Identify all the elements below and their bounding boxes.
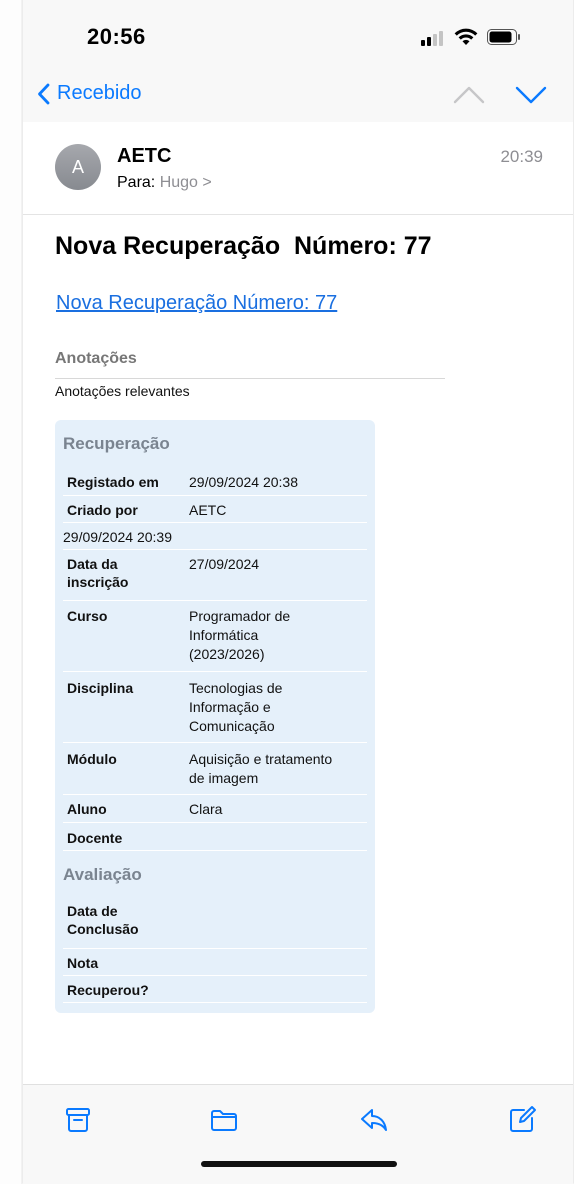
row-value: Comunicação (189, 718, 275, 734)
recipient-name[interactable]: Hugo > (160, 174, 212, 191)
table-row: Disciplina Tecnologias de Informação e C… (63, 672, 367, 743)
home-indicator[interactable] (201, 1161, 397, 1167)
previous-message-button[interactable] (453, 84, 485, 106)
annotations-heading: Anotações (55, 350, 137, 367)
message-subject: Nova Recuperação Número: 77 (55, 232, 432, 260)
row-value: (2023/2026) (189, 646, 265, 662)
row-value: Clara (189, 801, 223, 817)
table-row: Módulo Aquisição e tratamento de imagem (63, 743, 367, 795)
row-label: Docente (67, 830, 123, 846)
row-label: inscrição (67, 574, 129, 590)
recipient-line[interactable]: Para: Hugo > (117, 174, 212, 192)
row-label: Criado por (67, 502, 138, 518)
back-button[interactable]: Recebido (37, 82, 142, 105)
row-value: AETC (189, 502, 227, 518)
phone-screen: 20:56 Recebido A AETC Para: Hugo > 20:39… (22, 0, 574, 1184)
row-value: Informática (189, 627, 259, 643)
archive-icon[interactable] (63, 1105, 93, 1135)
table-row: Criado por AETC (63, 496, 367, 523)
divider (55, 378, 445, 379)
to-prefix: Para: (117, 174, 156, 191)
next-message-button[interactable] (515, 84, 547, 106)
chevron-left-icon (38, 83, 50, 104)
section-heading-avaliacao: Avaliação (63, 865, 142, 884)
message-header: A AETC Para: Hugo > 20:39 (23, 122, 573, 215)
message-navigation (453, 84, 547, 106)
row-value: Aquisição e tratamento (189, 751, 333, 767)
navigation-bar: Recebido (23, 70, 573, 122)
table-row: Nota (63, 949, 367, 976)
status-bar: 20:56 (23, 0, 573, 70)
row-value: Tecnologias de (189, 680, 283, 696)
row-label: Nota (67, 955, 99, 971)
row-label: Registado em (67, 474, 159, 490)
row-label: Data de (67, 903, 118, 919)
row-label: Curso (67, 608, 108, 624)
row-label: Módulo (67, 751, 117, 767)
table-row: Registado em 29/09/2024 20:38 (63, 469, 367, 496)
table-row: Aluno Clara (63, 795, 367, 823)
back-label: Recebido (57, 82, 142, 104)
row-label: Data da (67, 556, 118, 572)
row-label: Recuperou? (67, 982, 149, 998)
sender-name[interactable]: AETC (117, 145, 171, 168)
row-label: Disciplina (67, 680, 134, 696)
section-heading-recuperacao: Recuperação (63, 434, 170, 453)
reply-icon[interactable] (359, 1105, 389, 1135)
row-value: Programador de (189, 608, 291, 624)
table-row: 29/09/2024 20:39 (63, 523, 367, 550)
row-value: 29/09/2024 20:38 (189, 474, 298, 490)
message-time: 20:39 (500, 147, 543, 166)
wifi-icon (454, 28, 478, 45)
subject-link[interactable]: Nova Recuperação Número: 77 (56, 292, 337, 315)
row-value: de imagem (189, 770, 259, 786)
table-row: Docente (63, 823, 367, 851)
row-value: 27/09/2024 (189, 556, 260, 572)
table-row: Curso Programador de Informática (2023/2… (63, 601, 367, 672)
annotations-text: Anotações relevantes (55, 383, 190, 399)
table-row: Recuperou? (63, 976, 367, 1003)
status-icons (421, 26, 541, 48)
signal-icon (421, 31, 443, 46)
row-value: Informação e (189, 699, 271, 715)
status-time: 20:56 (87, 24, 146, 49)
table-row: Data da inscrição 27/09/2024 (63, 550, 367, 601)
row-label: Conclusão (67, 921, 139, 937)
table-row: Data de Conclusão (63, 898, 367, 949)
battery-icon (487, 29, 520, 45)
recovery-card: Recuperação Registado em 29/09/2024 20:3… (55, 420, 375, 1013)
bottom-toolbar (23, 1084, 573, 1184)
folder-icon[interactable] (209, 1105, 239, 1135)
avatar[interactable]: A (55, 144, 101, 190)
row-value: 29/09/2024 20:39 (63, 529, 172, 545)
compose-icon[interactable] (507, 1105, 537, 1135)
row-label: Aluno (67, 801, 107, 817)
